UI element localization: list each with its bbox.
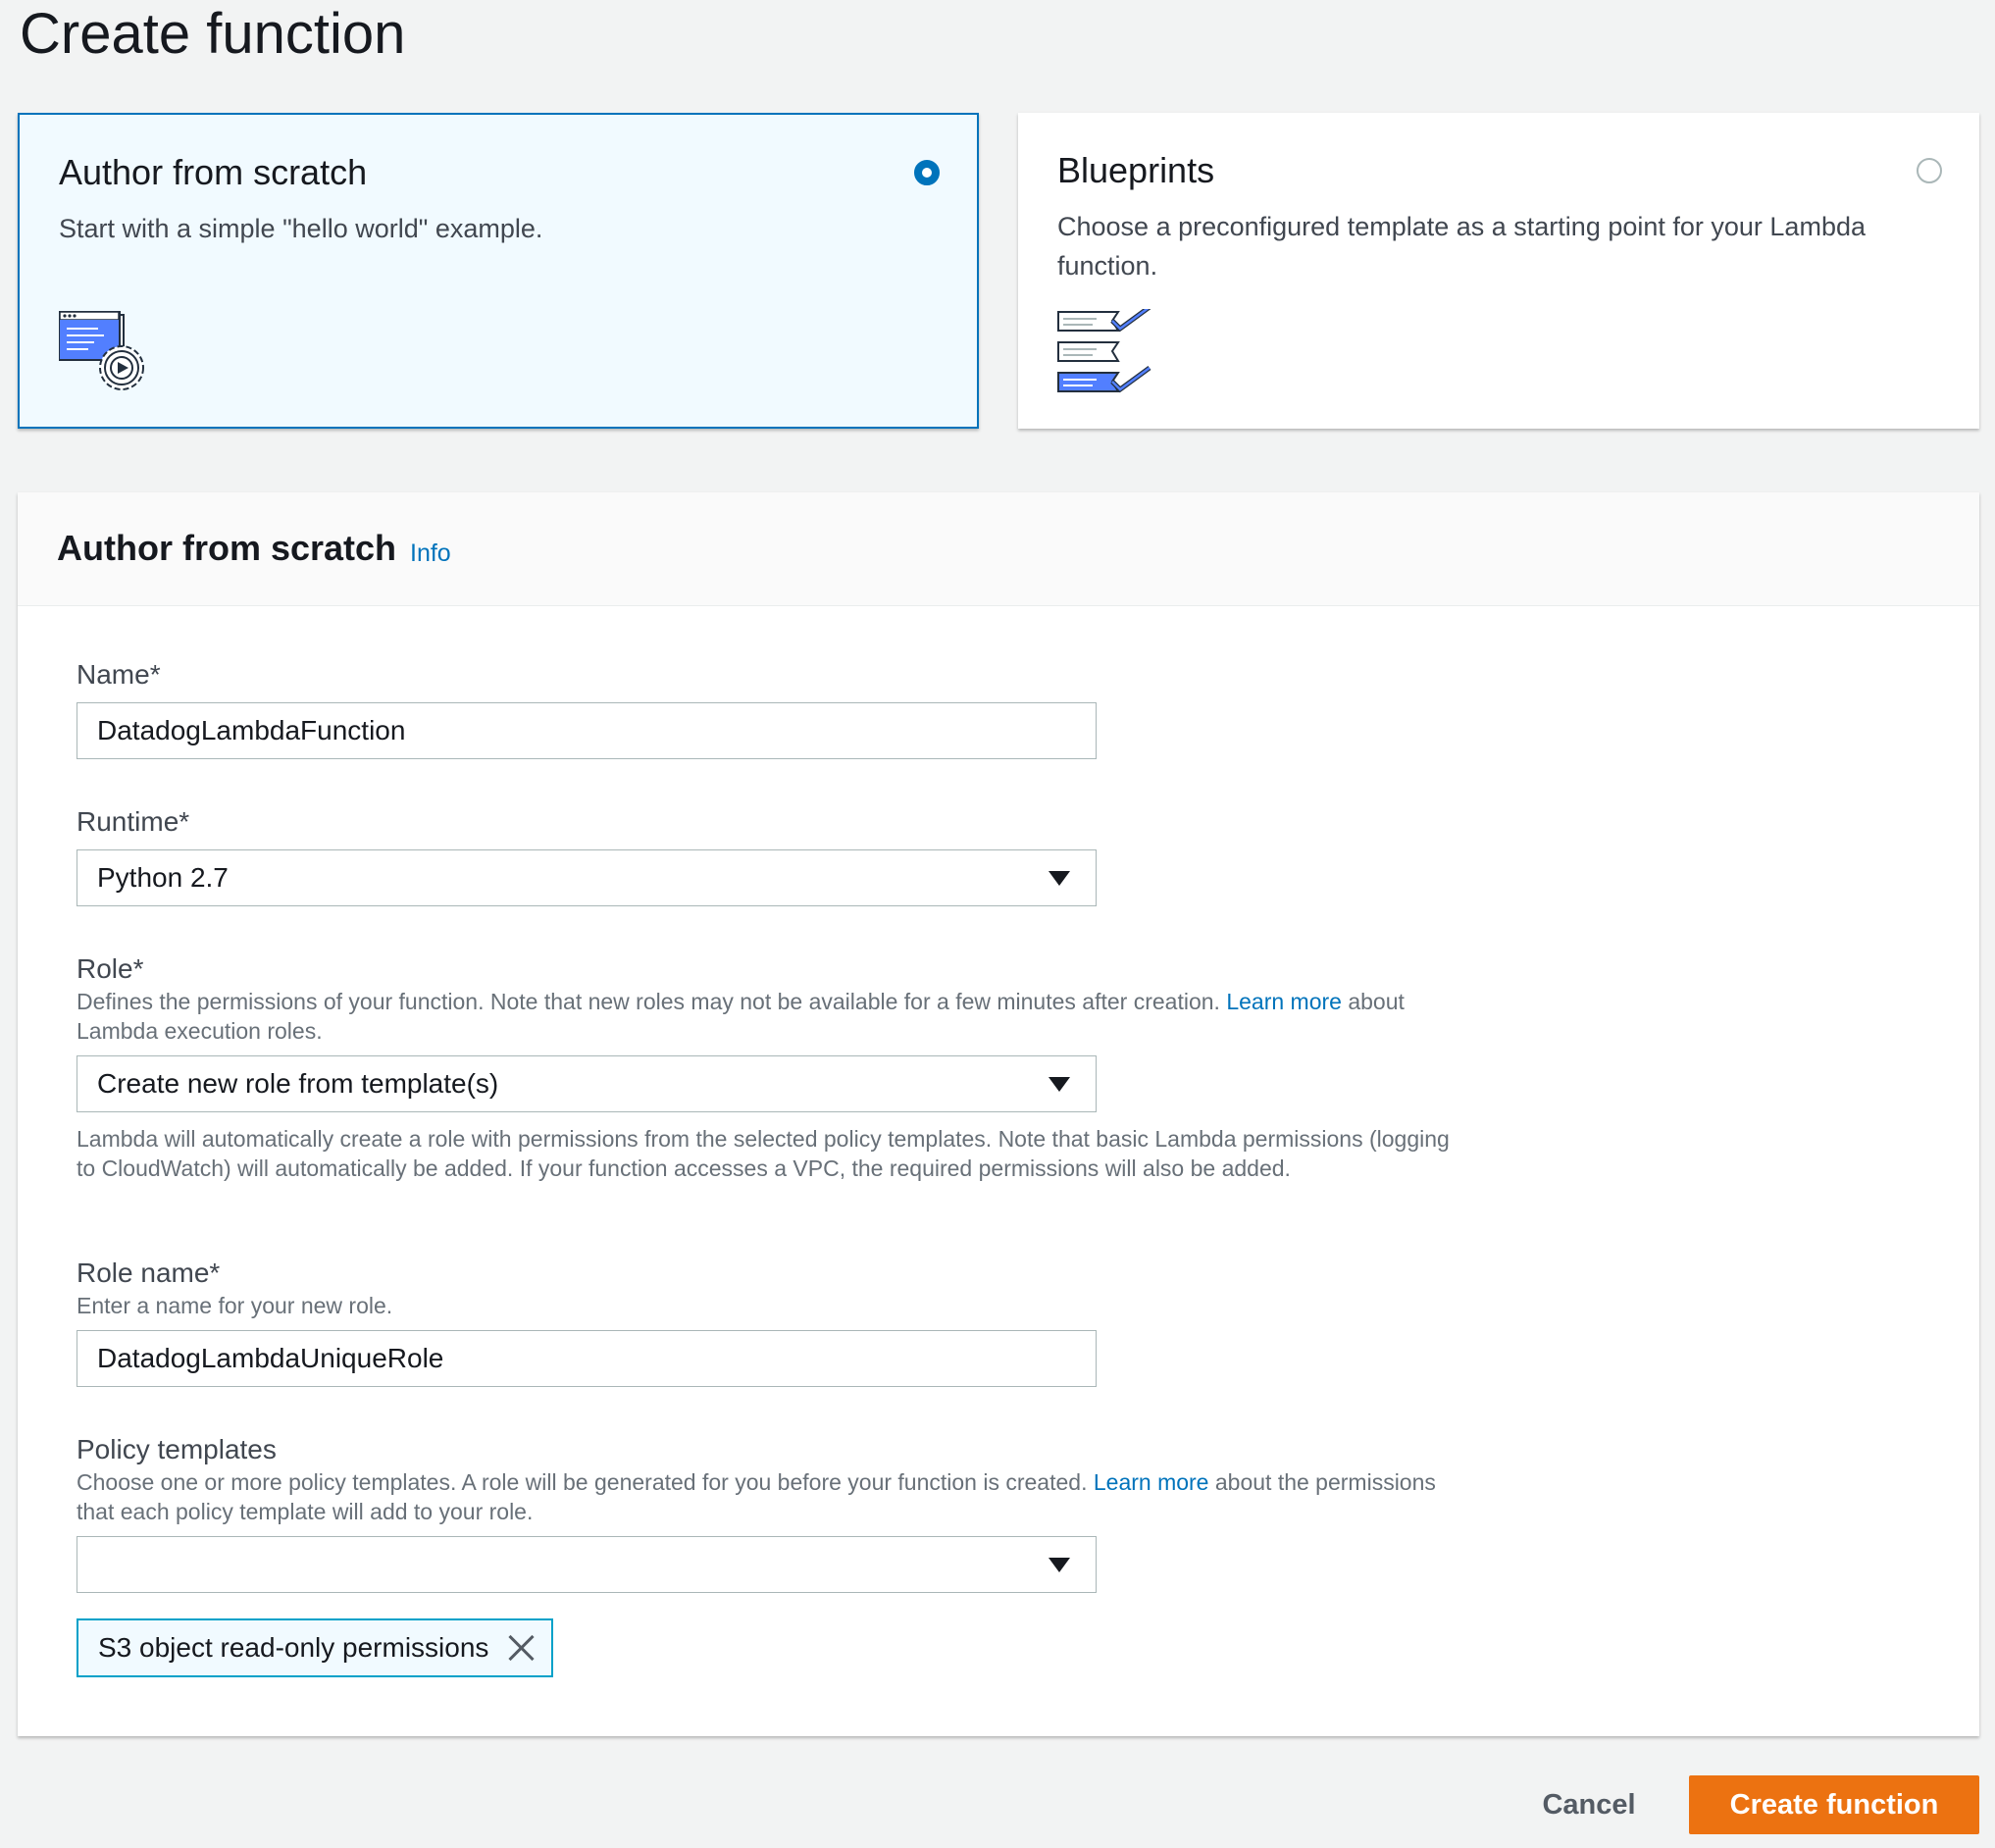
role-description-text: Defines the permissions of your function… [77,989,1227,1014]
name-label: Name* [77,659,161,690]
role-help-text: Lambda will automatically create a role … [77,1126,1450,1181]
panel-header: Author from scratch Info [18,492,1979,606]
runtime-select-value: Python 2.7 [97,862,229,893]
blueprints-radio[interactable] [1917,158,1942,183]
policy-templates-description: Choose one or more policy templates. A r… [77,1467,1469,1526]
author-from-scratch-panel: Author from scratch Info Name* Runtime* … [18,492,1979,1736]
role-name-field: Role name* Enter a name for your new rol… [77,1256,1469,1387]
role-name-description: Enter a name for your new role. [77,1293,393,1318]
policy-templates-label: Policy templates [77,1434,277,1464]
policy-templates-field: Policy templates Choose one or more poli… [77,1432,1469,1593]
caret-down-icon [1049,1077,1070,1092]
panel-title: Author from scratch [57,528,397,568]
role-select-value: Create new role from template(s) [97,1068,499,1099]
runtime-select[interactable]: Python 2.7 [77,849,1097,906]
policy-templates-select[interactable] [77,1536,1097,1593]
policy-templates-description-text: Choose one or more policy templates. A r… [77,1469,1094,1495]
checklist-icon [1057,304,1155,408]
policy-template-tag-label: S3 object read-only permissions [98,1632,489,1663]
role-name-label: Role name* [77,1258,221,1288]
author-from-scratch-description: Start with a simple "hello world" exampl… [59,214,543,243]
name-field: Name* [77,657,1097,759]
author-from-scratch-card[interactable]: Author from scratch Start with a simple … [18,113,979,429]
author-from-scratch-title: Author from scratch [59,152,368,192]
policy-templates-learn-more-link[interactable]: Learn more [1094,1469,1209,1495]
runtime-field: Runtime* Python 2.7 [77,804,1097,906]
window-gear-icon [58,310,157,410]
author-from-scratch-radio[interactable] [914,160,940,185]
name-input[interactable] [77,702,1097,759]
policy-template-tag: S3 object read-only permissions [77,1618,554,1677]
blueprints-title: Blueprints [1057,150,1215,190]
runtime-label: Runtime* [77,806,190,837]
caret-down-icon [1049,871,1070,886]
blueprints-card[interactable]: Blueprints Choose a preconfigured templa… [1018,113,1979,429]
create-function-button[interactable]: Create function [1689,1775,1979,1834]
role-name-input[interactable] [77,1330,1097,1387]
page-title: Create function [20,2,406,66]
role-field: Role* Defines the permissions of your fu… [77,951,1469,1183]
blueprints-description: Choose a preconfigured template as a sta… [1057,212,1866,281]
role-description: Defines the permissions of your function… [77,987,1469,1046]
cancel-button[interactable]: Cancel [1530,1775,1648,1834]
role-learn-more-link[interactable]: Learn more [1226,989,1342,1014]
role-label: Role* [77,953,144,984]
remove-tag-icon[interactable] [506,1633,536,1663]
caret-down-icon [1049,1558,1070,1572]
info-link[interactable]: Info [410,539,451,568]
role-select[interactable]: Create new role from template(s) [77,1055,1097,1112]
